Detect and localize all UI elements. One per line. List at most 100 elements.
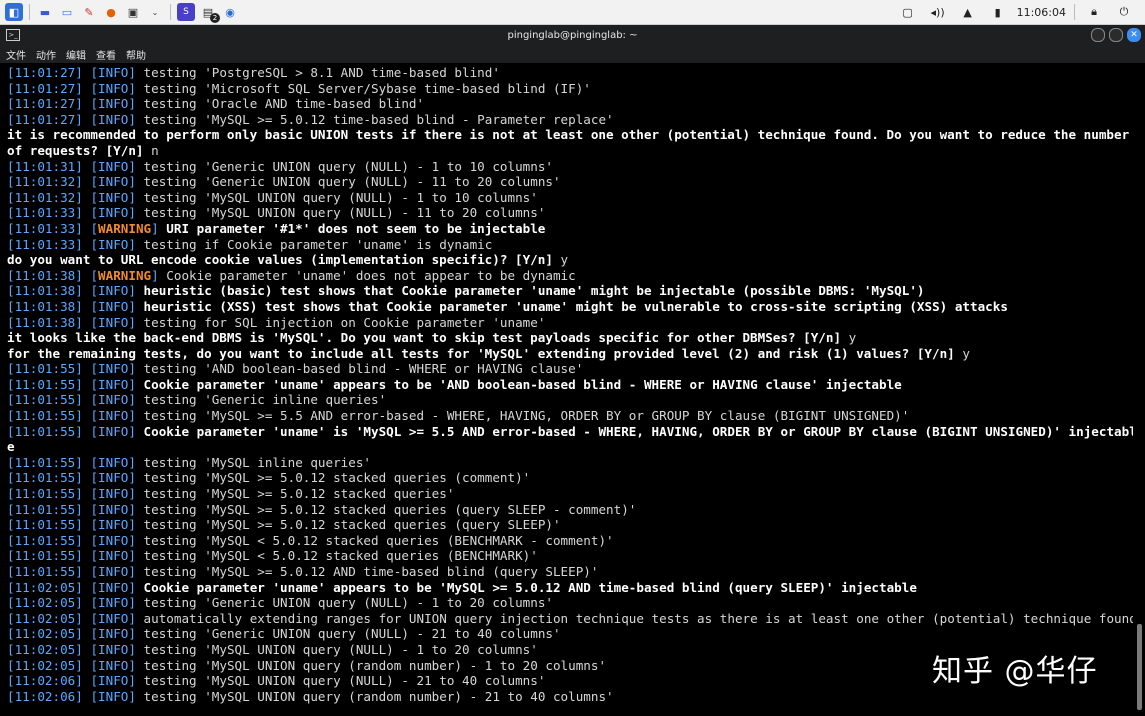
timestamp: 11:01:33 bbox=[14, 220, 76, 236]
bracket: [ bbox=[90, 283, 99, 299]
log-level: INFO bbox=[98, 205, 129, 221]
bracket: ] bbox=[128, 376, 144, 392]
bracket: ] bbox=[128, 579, 144, 595]
terminal-line: [11:02:05] [INFO] automatically extendin… bbox=[7, 611, 1133, 627]
bracket: ] bbox=[75, 174, 91, 190]
bracket: ] bbox=[128, 548, 144, 564]
bracket: ] bbox=[128, 361, 144, 377]
log-message: testing 'MySQL >= 5.0.12 stacked queries… bbox=[143, 517, 561, 533]
log-level: INFO bbox=[98, 688, 129, 704]
log-message: of requests? [Y/n] bbox=[7, 142, 152, 158]
maximize-button[interactable] bbox=[1109, 28, 1123, 42]
menu-actions[interactable]: 动作 bbox=[36, 47, 56, 62]
log-level: INFO bbox=[98, 80, 129, 96]
bracket: [ bbox=[7, 486, 15, 502]
log-level: INFO bbox=[98, 532, 129, 548]
bracket: ] bbox=[75, 205, 91, 221]
bracket: [ bbox=[7, 174, 15, 190]
monitor-icon[interactable]: ▢ bbox=[899, 3, 917, 21]
firefox-icon[interactable]: ● bbox=[102, 3, 120, 21]
bracket: ] bbox=[128, 673, 144, 689]
menu-edit[interactable]: 编辑 bbox=[66, 47, 86, 62]
bracket: ] bbox=[75, 80, 91, 96]
bracket: [ bbox=[90, 189, 99, 205]
bracket: [ bbox=[7, 595, 15, 611]
terminal-window-icon[interactable]: ▤ 2 bbox=[199, 3, 220, 23]
bracket: [ bbox=[90, 532, 99, 548]
log-message: testing 'MySQL UNION query (NULL) - 11 t… bbox=[143, 205, 546, 221]
log-message: Cookie parameter 'uname' appears to be '… bbox=[143, 376, 902, 392]
bracket: [ bbox=[7, 267, 15, 283]
bracket: [ bbox=[90, 548, 99, 564]
bracket: [ bbox=[7, 454, 15, 470]
menu-view[interactable]: 查看 bbox=[96, 47, 116, 62]
volume-icon[interactable]: ◂)) bbox=[929, 3, 947, 21]
bracket: [ bbox=[7, 470, 15, 486]
timestamp: 11:01:55 bbox=[14, 376, 76, 392]
terminal-line: [11:01:33] [INFO] testing 'MySQL UNION q… bbox=[7, 205, 1133, 221]
taskbar: ◧ ▬ ▭ ✎ ● ▣ ⌄ S ▤ 2 ◉ ▢ ◂)) ▲ ▮ 11:06:04 … bbox=[0, 0, 1145, 25]
bracket: ] bbox=[75, 454, 91, 470]
terminal-output[interactable]: [11:01:27] [INFO] testing 'PostgreSQL > … bbox=[0, 65, 1133, 716]
close-button[interactable]: ✕ bbox=[1127, 28, 1141, 42]
menu-help[interactable]: 帮助 bbox=[126, 47, 146, 62]
bracket: ] bbox=[151, 220, 167, 236]
timestamp: 11:01:38 bbox=[14, 298, 76, 314]
bracket: [ bbox=[7, 283, 15, 299]
app-menu-icon[interactable]: ◧ bbox=[5, 3, 23, 21]
terminal-icon[interactable]: ▣ bbox=[124, 3, 142, 21]
bracket: ] bbox=[128, 454, 144, 470]
log-level: INFO bbox=[98, 470, 129, 486]
timestamp: 11:02:05 bbox=[14, 610, 76, 626]
bracket: ] bbox=[128, 96, 144, 112]
file-manager-icon[interactable]: ▭ bbox=[58, 3, 76, 21]
bracket: [ bbox=[7, 376, 15, 392]
bell-icon[interactable]: ▲ bbox=[959, 3, 977, 21]
bracket: ] bbox=[75, 626, 91, 642]
log-level: INFO bbox=[98, 454, 129, 470]
bracket: [ bbox=[90, 158, 99, 174]
bracket: [ bbox=[7, 688, 15, 704]
bracket: ] bbox=[75, 470, 91, 486]
log-message: testing 'Generic UNION query (NULL) - 21… bbox=[143, 626, 561, 642]
timestamp: 11:01:27 bbox=[14, 65, 76, 80]
menu-file[interactable]: 文件 bbox=[6, 47, 26, 62]
minimize-button[interactable] bbox=[1091, 28, 1105, 42]
battery-icon[interactable]: ▮ bbox=[989, 3, 1007, 21]
bracket: ] bbox=[128, 641, 144, 657]
log-message: e bbox=[7, 439, 15, 455]
power-icon[interactable]: ⏻ bbox=[1115, 3, 1133, 21]
terminal-line: [11:01:38] [INFO] testing for SQL inject… bbox=[7, 315, 1133, 331]
desktop-icon[interactable]: ▬ bbox=[36, 3, 54, 21]
terminal-line: [11:01:27] [INFO] testing 'MySQL >= 5.0.… bbox=[7, 112, 1133, 128]
browser-window-icon[interactable]: ◉ bbox=[221, 3, 239, 21]
log-message: testing 'Oracle AND time-based blind' bbox=[143, 96, 425, 112]
log-message: testing 'MySQL >= 5.0.12 stacked queries… bbox=[143, 470, 531, 486]
log-message: it is recommended to perform only basic … bbox=[7, 127, 1130, 143]
chevron-down-icon[interactable]: ⌄ bbox=[146, 3, 164, 21]
bracket: ] bbox=[75, 314, 91, 330]
terminal-line: it looks like the back-end DBMS is 'MySQ… bbox=[7, 330, 1133, 346]
log-message: testing 'MySQL >= 5.0.12 AND time-based … bbox=[143, 564, 599, 579]
log-level: INFO bbox=[98, 361, 129, 377]
timestamp: 11:01:55 bbox=[14, 501, 76, 517]
bracket: ] bbox=[75, 579, 91, 595]
bracket: [ bbox=[7, 392, 15, 408]
bracket: [ bbox=[90, 564, 99, 579]
bracket: [ bbox=[7, 564, 15, 579]
log-message: testing 'PostgreSQL > 8.1 AND time-based… bbox=[143, 65, 500, 80]
app-s-icon[interactable]: S bbox=[177, 3, 195, 21]
clock[interactable]: 11:06:04 bbox=[1017, 6, 1066, 19]
bracket: [ bbox=[90, 408, 99, 424]
bracket: ] bbox=[128, 298, 144, 314]
scrollbar[interactable] bbox=[1137, 624, 1142, 710]
bracket: [ bbox=[90, 501, 99, 517]
log-level: INFO bbox=[98, 376, 129, 392]
window-titlebar[interactable]: >_ pinginglab@pinginglab: ~ ✕ bbox=[0, 25, 1145, 45]
lock-icon[interactable]: 🔒︎ bbox=[1085, 3, 1103, 21]
bracket: [ bbox=[90, 517, 99, 533]
prompt-answer: y bbox=[560, 252, 569, 268]
text-editor-icon[interactable]: ✎ bbox=[80, 3, 98, 21]
bracket: [ bbox=[7, 361, 15, 377]
timestamp: 11:02:06 bbox=[14, 673, 76, 689]
